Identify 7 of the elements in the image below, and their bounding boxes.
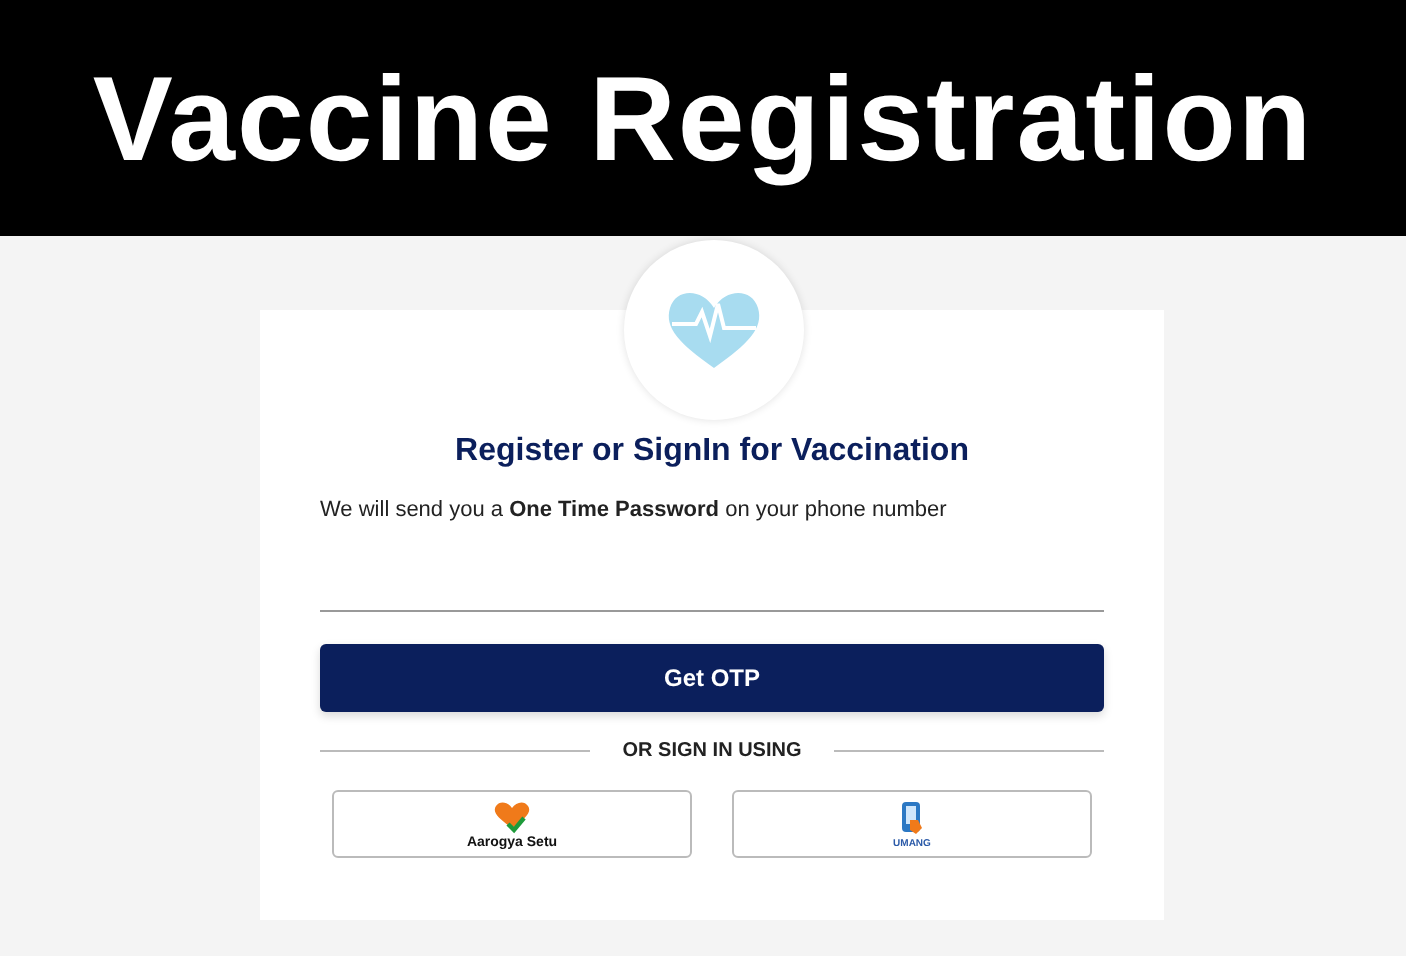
divider-text: OR SIGN IN USING: [622, 740, 802, 762]
heart-check-icon: [490, 799, 534, 833]
phone-icon: [900, 799, 924, 835]
card-title: Register or SignIn for Vaccination: [455, 434, 969, 470]
get-otp-button[interactable]: Get OTP: [320, 644, 1104, 712]
banner-title: Vaccine Registration: [92, 49, 1314, 187]
instruction-text: We will send you a One Time Password on your phone number: [320, 498, 949, 522]
